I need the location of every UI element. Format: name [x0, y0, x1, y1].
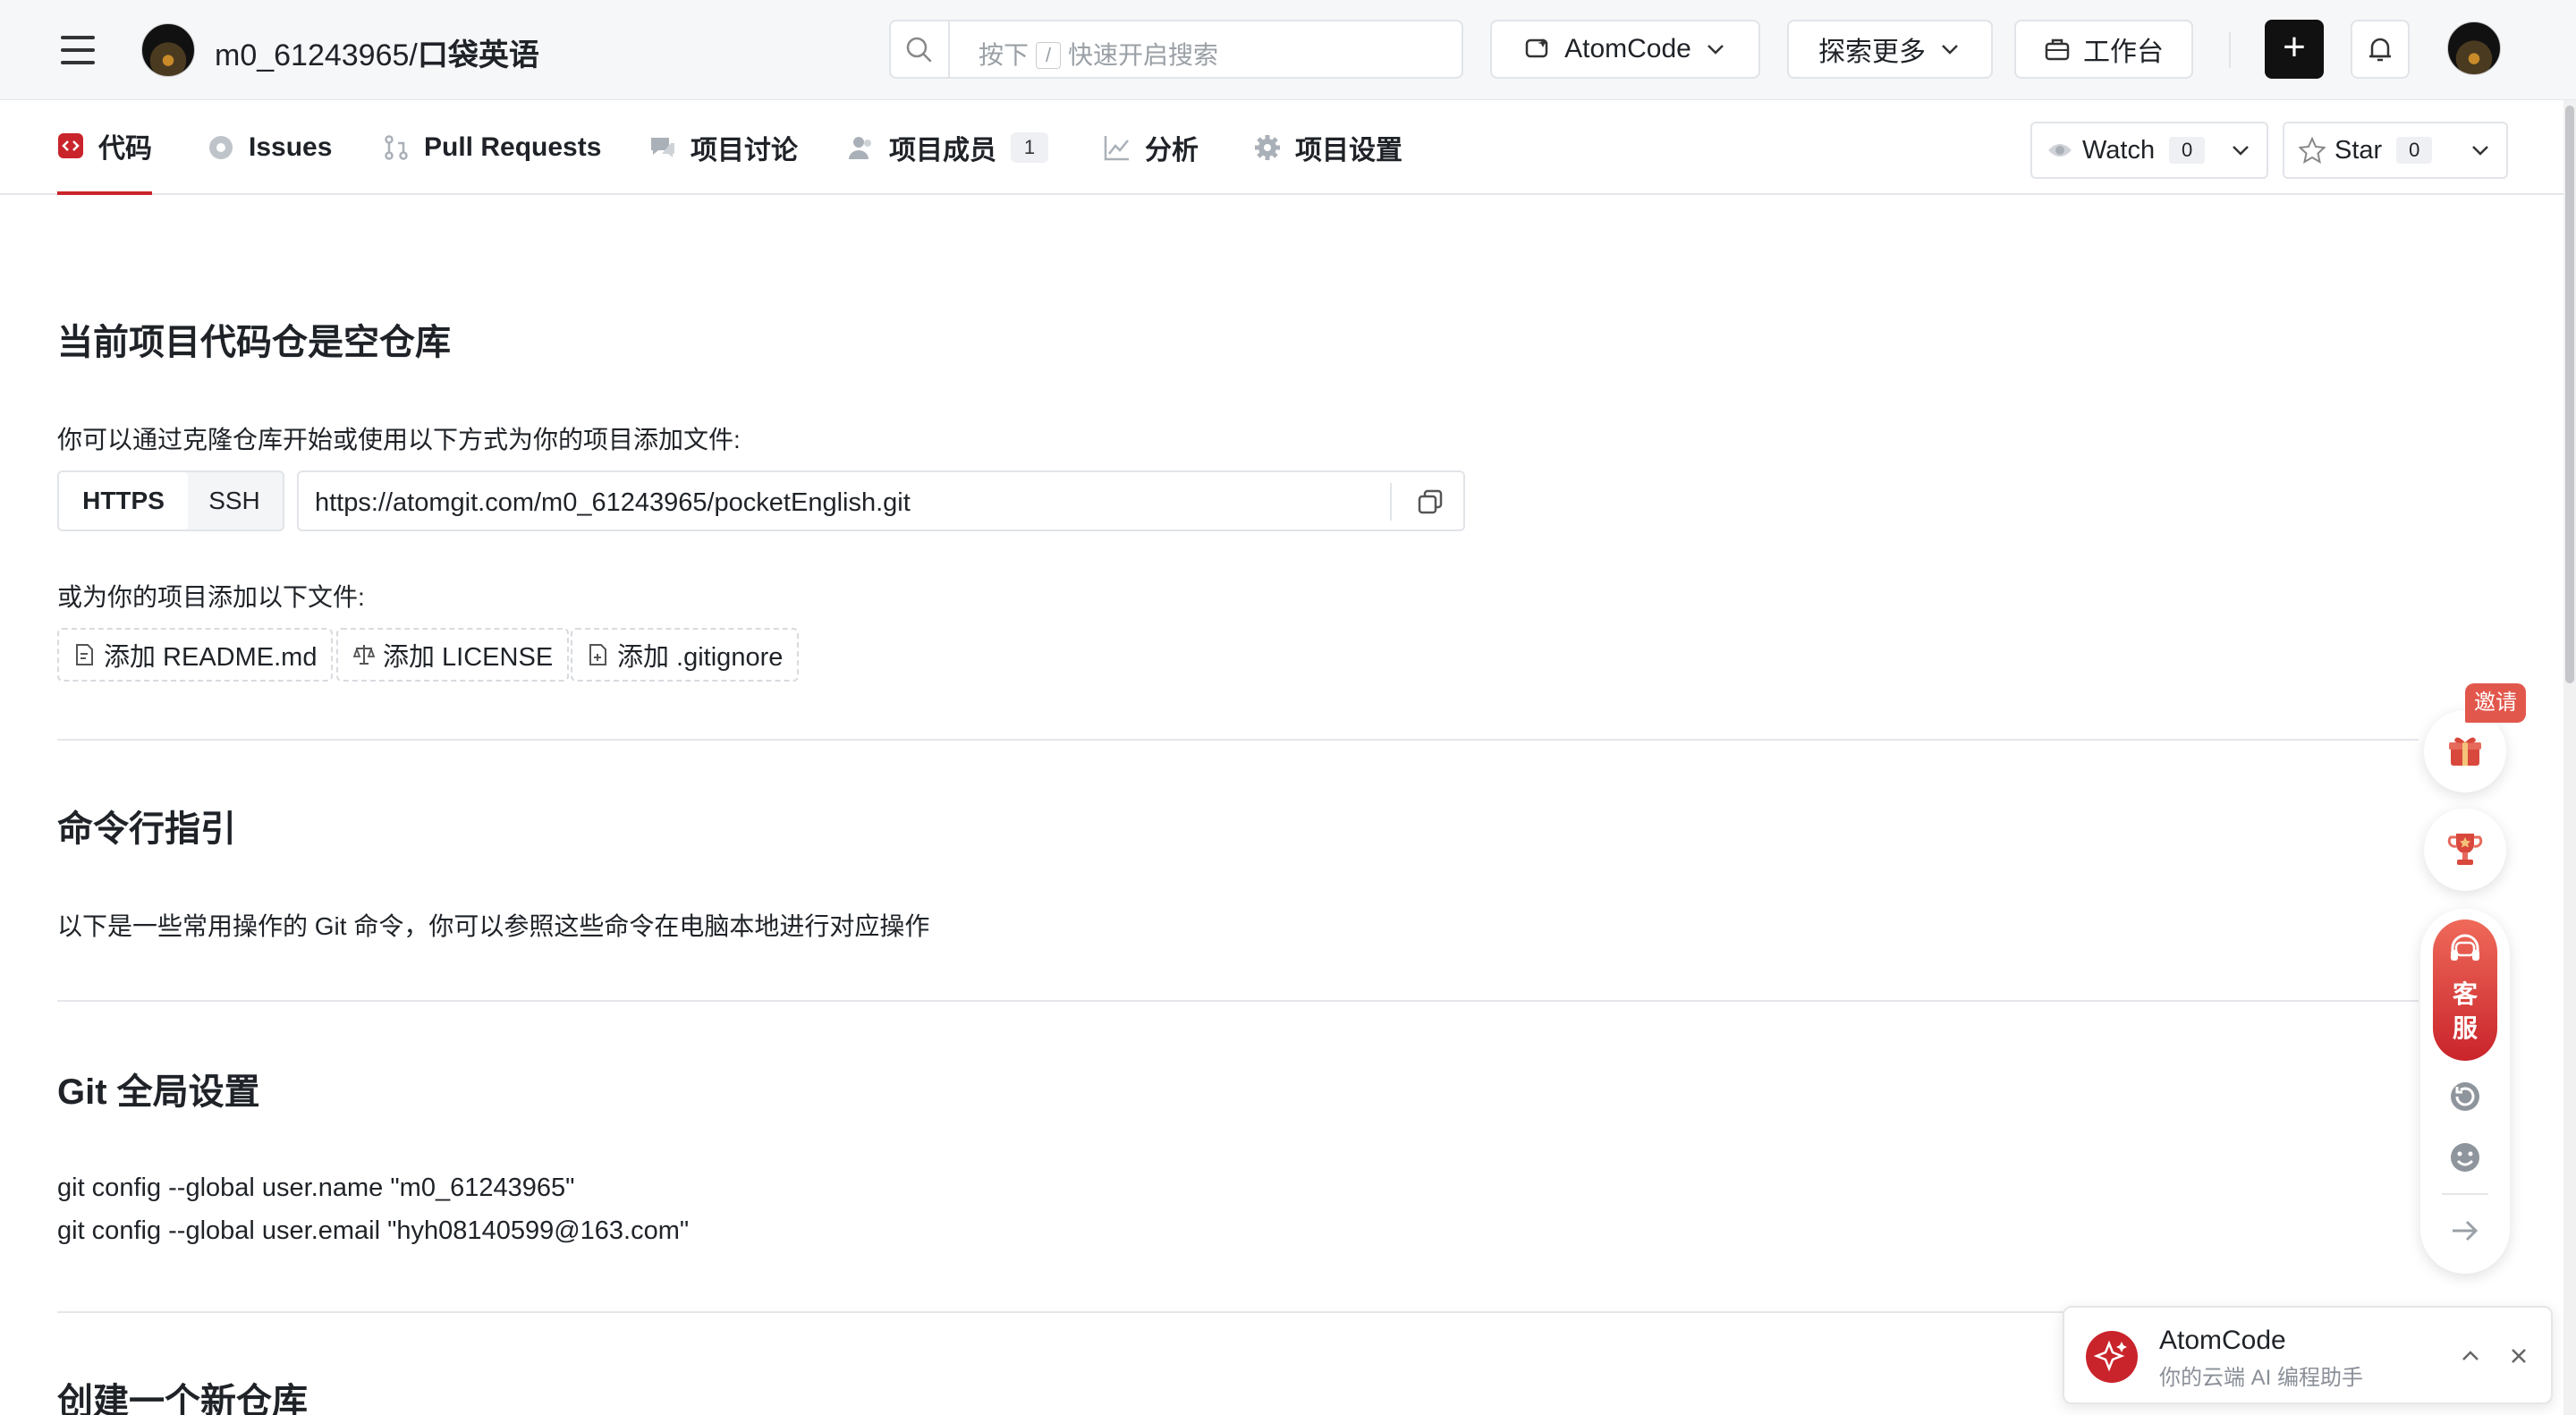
- bell-icon: [2369, 38, 2391, 62]
- tab-code[interactable]: 代码: [57, 100, 152, 195]
- atomcode-icon: [1525, 38, 1549, 58]
- tab-settings[interactable]: 项目设置: [1254, 100, 1402, 195]
- chevron-down-icon: [1942, 45, 1958, 55]
- menu-icon[interactable]: [61, 32, 97, 68]
- explore-more-dropdown[interactable]: 探索更多: [1787, 20, 1993, 79]
- ssh-tab[interactable]: SSH: [188, 472, 281, 530]
- atomcode-dropdown[interactable]: AtomCode: [1490, 20, 1760, 79]
- repo-owner-link[interactable]: m0_61243965/: [215, 38, 418, 72]
- git-config-email-cmd: git config --global user.email "hyh08140…: [57, 1216, 690, 1245]
- section-divider: [57, 739, 2419, 741]
- workbench-button[interactable]: 工作台: [2014, 20, 2193, 79]
- eye-icon: [2048, 144, 2072, 157]
- chevron-down-icon[interactable]: [2229, 139, 2252, 162]
- https-tab[interactable]: HTTPS: [59, 472, 188, 530]
- add-gitignore-button[interactable]: 添加 .gitignore: [571, 628, 800, 682]
- toast-subtitle: 你的云端 AI 编程助手: [2159, 1366, 2364, 1390]
- toast-title: AtomCode: [2159, 1326, 2286, 1355]
- gear-icon: [1255, 135, 1280, 160]
- protocol-switch: HTTPS SSH: [57, 470, 284, 531]
- section-divider: [57, 1000, 2419, 1002]
- clone-hint: 你可以通过克隆仓库开始或使用以下方式为你的项目添加文件:: [57, 426, 741, 453]
- collapse-arrow-icon[interactable]: [2447, 1213, 2483, 1249]
- tab-discussions[interactable]: 项目讨论: [649, 100, 798, 195]
- header-divider: [2229, 32, 2231, 68]
- customer-service-button[interactable]: 客 服: [2433, 919, 2497, 1061]
- add-readme-button[interactable]: 添加 README.md: [57, 628, 334, 682]
- briefcase-icon: [2045, 38, 2070, 61]
- atomcode-assistant-toast[interactable]: AtomCode 你的云端 AI 编程助手: [2063, 1306, 2553, 1404]
- empty-repo-title: 当前项目代码仓是空仓库: [57, 323, 451, 362]
- headset-icon: [2451, 934, 2479, 961]
- file-edit-icon: [76, 644, 93, 665]
- repo-name-link[interactable]: 口袋英语: [418, 38, 539, 72]
- cli-guide-title: 命令行指引: [57, 809, 236, 849]
- members-count-badge: 1: [1011, 132, 1048, 163]
- copy-icon[interactable]: [1417, 488, 1444, 515]
- project-avatar[interactable]: [141, 23, 195, 77]
- tab-pull-requests[interactable]: Pull Requests: [383, 100, 601, 195]
- refresh-icon[interactable]: [2447, 1079, 2483, 1114]
- close-icon[interactable]: [2506, 1343, 2531, 1368]
- watch-button[interactable]: Watch 0: [2030, 122, 2268, 179]
- issue-icon: [209, 136, 233, 159]
- scale-icon: [352, 645, 376, 665]
- invite-badge: 邀请: [2465, 683, 2526, 723]
- add-files-hint: 或为你的项目添加以下文件:: [57, 583, 365, 611]
- search-placeholder: 按下 / 快速开启搜索: [979, 41, 1219, 69]
- create-new-button[interactable]: +: [2265, 20, 2324, 79]
- members-icon: [849, 137, 871, 159]
- user-avatar[interactable]: [2447, 21, 2501, 75]
- ai-sparkle-icon: [2086, 1331, 2138, 1383]
- file-add-icon: [589, 644, 606, 665]
- cli-guide-desc: 以下是一些常用操作的 Git 命令，你可以参照这些命令在电脑本地进行对应操作: [57, 912, 930, 940]
- search-box[interactable]: 按下 / 快速开启搜索: [889, 20, 1463, 79]
- shortcut-key: /: [1036, 42, 1062, 69]
- gift-icon: [2449, 737, 2481, 766]
- pull-request-icon: [385, 135, 408, 160]
- tab-analytics[interactable]: 分析: [1104, 100, 1199, 195]
- chart-icon: [1104, 136, 1129, 161]
- chevron-down-icon: [1707, 45, 1724, 55]
- page-scrollbar-thumb[interactable]: [2565, 106, 2574, 683]
- clone-url-value[interactable]: https://atomgit.com/m0_61243965/pocketEn…: [315, 488, 911, 518]
- plus-icon: +: [2283, 25, 2306, 69]
- top-navbar: m0_61243965/口袋英语 按下 / 快速开启搜索 AtomCode 探索更多…: [0, 0, 2576, 100]
- smile-feedback-icon[interactable]: [2447, 1140, 2483, 1175]
- search-icon: [906, 37, 932, 63]
- chevron-up-icon[interactable]: [2458, 1343, 2483, 1368]
- tab-members[interactable]: 项目成员 1: [848, 100, 1048, 195]
- star-button[interactable]: Star 0: [2283, 122, 2508, 179]
- trophy-button[interactable]: [2424, 809, 2506, 891]
- repo-title: m0_61243965/口袋英语: [215, 30, 539, 74]
- trophy-icon: [2447, 834, 2483, 865]
- code-icon: [58, 133, 83, 158]
- side-toolbar-divider: [2442, 1193, 2488, 1195]
- discussion-icon: [651, 138, 674, 157]
- watch-count: 0: [2169, 137, 2206, 164]
- add-license-button[interactable]: 添加 LICENSE: [336, 628, 570, 682]
- chevron-down-icon[interactable]: [2469, 139, 2492, 162]
- tab-issues[interactable]: Issues: [208, 100, 332, 195]
- git-global-title: Git 全局设置: [57, 1072, 260, 1112]
- new-repo-title: 创建一个新仓库: [57, 1382, 308, 1415]
- clone-url-field[interactable]: https://atomgit.com/m0_61243965/pocketEn…: [297, 470, 1465, 531]
- git-config-name-cmd: git config --global user.name "m0_612439…: [57, 1174, 575, 1202]
- notifications-button[interactable]: [2351, 20, 2410, 79]
- star-icon: [2299, 137, 2326, 164]
- star-count: 0: [2396, 137, 2433, 164]
